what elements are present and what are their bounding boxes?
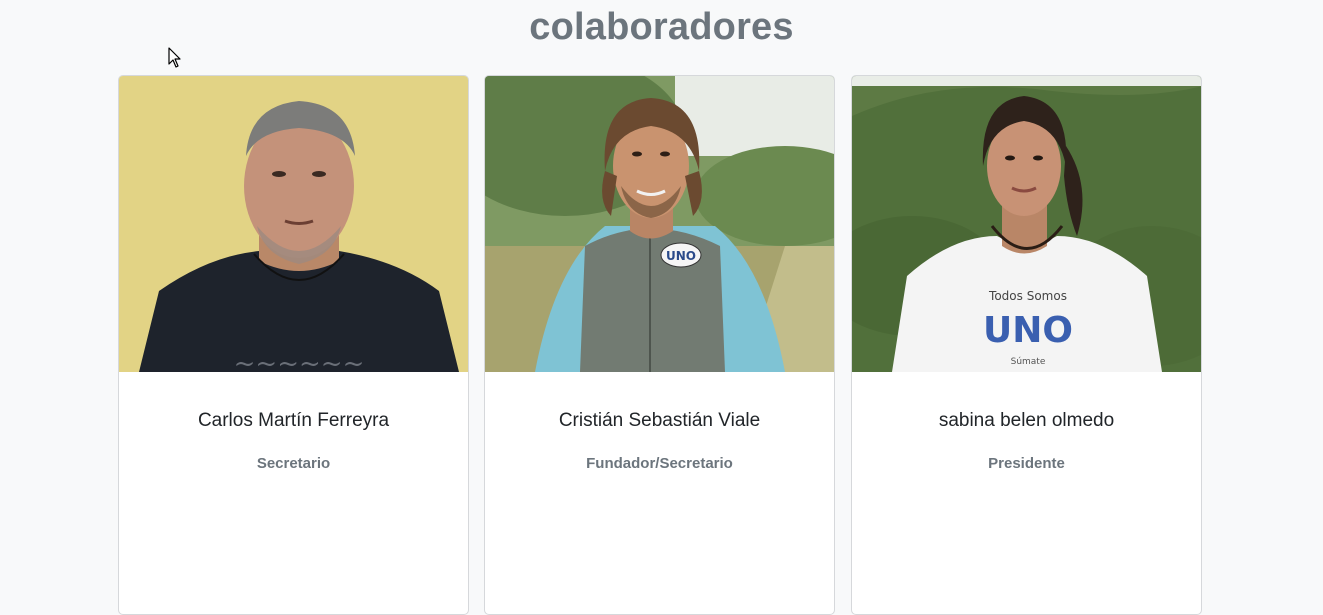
- collaborator-role: Presidente: [988, 455, 1065, 472]
- svg-text:Todos Somos: Todos Somos: [988, 289, 1067, 303]
- collaborator-card: ~~~~~~ Carlos Martín Ferreyra Secretario: [118, 75, 469, 615]
- svg-text:Súmate: Súmate: [1011, 357, 1046, 367]
- collaborator-name: Cristián Sebastián Viale: [558, 410, 761, 431]
- collaborator-photo: Todos Somos UNO Súmate: [852, 76, 1201, 372]
- collaborator-name: sabina belen olmedo: [938, 410, 1115, 431]
- collaborator-photo: ~~~~~~: [119, 76, 468, 372]
- collaborator-role: Fundador/Secretario: [586, 455, 733, 472]
- collaborator-photo: UNO: [485, 76, 834, 372]
- collaborator-name: Carlos Martín Ferreyra: [197, 410, 390, 431]
- collaborator-card: Todos Somos UNO Súmate sabina belen olme…: [851, 75, 1202, 615]
- collaborator-card: UNO Cristián Sebastián Viale Fundador/Se…: [484, 75, 835, 615]
- collaborator-role: Secretario: [256, 455, 331, 472]
- svg-text:UNO: UNO: [983, 310, 1073, 351]
- collaborators-grid: ~~~~~~ Carlos Martín Ferreyra Secretario: [118, 75, 1204, 615]
- svg-text:~~~~~~: ~~~~~~: [234, 349, 365, 372]
- svg-text:UNO: UNO: [666, 249, 696, 263]
- page-title: colaboradores: [529, 6, 794, 48]
- mouse-pointer-icon: [168, 47, 182, 69]
